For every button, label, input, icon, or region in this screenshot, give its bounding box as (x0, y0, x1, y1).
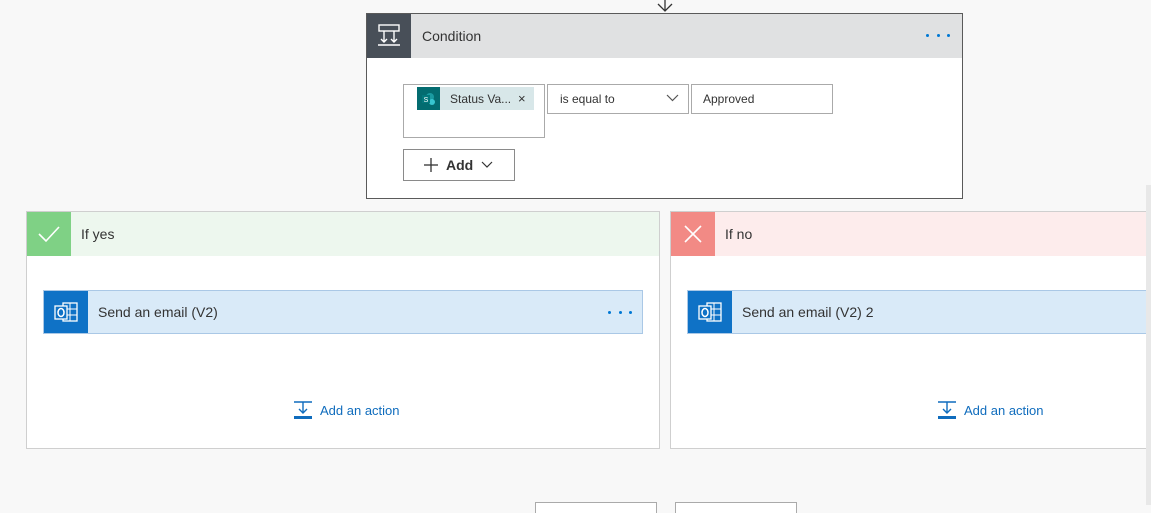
dynamic-content-token[interactable]: S Status Va... × (417, 87, 534, 110)
checkmark-icon (27, 212, 71, 256)
operator-value: is equal to (560, 92, 615, 106)
action-title: Send an email (V2) 2 (742, 304, 874, 320)
add-action-icon (294, 401, 312, 419)
more-options-icon[interactable] (926, 25, 950, 45)
add-condition-button[interactable]: Add (403, 149, 515, 181)
token-remove-button[interactable]: × (518, 91, 526, 106)
branch-if-no: If no Send an email (V2) 2 Add an action (670, 211, 1151, 449)
more-options-icon[interactable] (608, 302, 632, 322)
plus-icon (424, 158, 438, 172)
branch-if-yes: If yes Send an email (V2) Add an action (26, 211, 660, 449)
bottom-button-stub[interactable] (675, 502, 797, 513)
token-label: Status Va... (450, 91, 512, 106)
condition-value-input[interactable] (691, 84, 833, 114)
condition-icon (367, 14, 411, 58)
condition-title: Condition (422, 28, 482, 44)
close-icon (671, 212, 715, 256)
add-an-action-label: Add an action (964, 402, 1044, 418)
add-button-label: Add (446, 157, 474, 173)
chevron-down-icon (481, 161, 493, 168)
add-action-icon (938, 401, 956, 419)
branch-header-no[interactable]: If no (671, 212, 1151, 256)
chevron-down-icon (666, 94, 679, 102)
branch-title-yes: If yes (81, 226, 115, 242)
branch-header-yes[interactable]: If yes (27, 212, 659, 256)
add-an-action-link[interactable]: Add an action (293, 400, 400, 420)
outlook-icon (44, 291, 88, 333)
condition-header[interactable]: Condition (367, 14, 962, 58)
sharepoint-icon: S (417, 87, 440, 110)
action-card-send-email-2[interactable]: Send an email (V2) 2 (687, 290, 1151, 334)
svg-text:S: S (423, 97, 428, 104)
bottom-button-stub[interactable] (535, 502, 657, 513)
branch-title-no: If no (725, 226, 753, 242)
action-title: Send an email (V2) (98, 304, 218, 320)
condition-card[interactable]: Condition S Status Va... × is equal to A… (366, 13, 963, 199)
outlook-icon (688, 291, 732, 333)
add-an-action-link[interactable]: Add an action (937, 400, 1044, 420)
add-an-action-label: Add an action (320, 402, 400, 418)
condition-left-operand[interactable]: S Status Va... × (403, 84, 545, 138)
vertical-scrollbar[interactable] (1146, 185, 1151, 505)
action-card-send-email[interactable]: Send an email (V2) (43, 290, 643, 334)
connector-arrow-icon (657, 0, 673, 12)
operator-dropdown[interactable]: is equal to (547, 84, 689, 114)
